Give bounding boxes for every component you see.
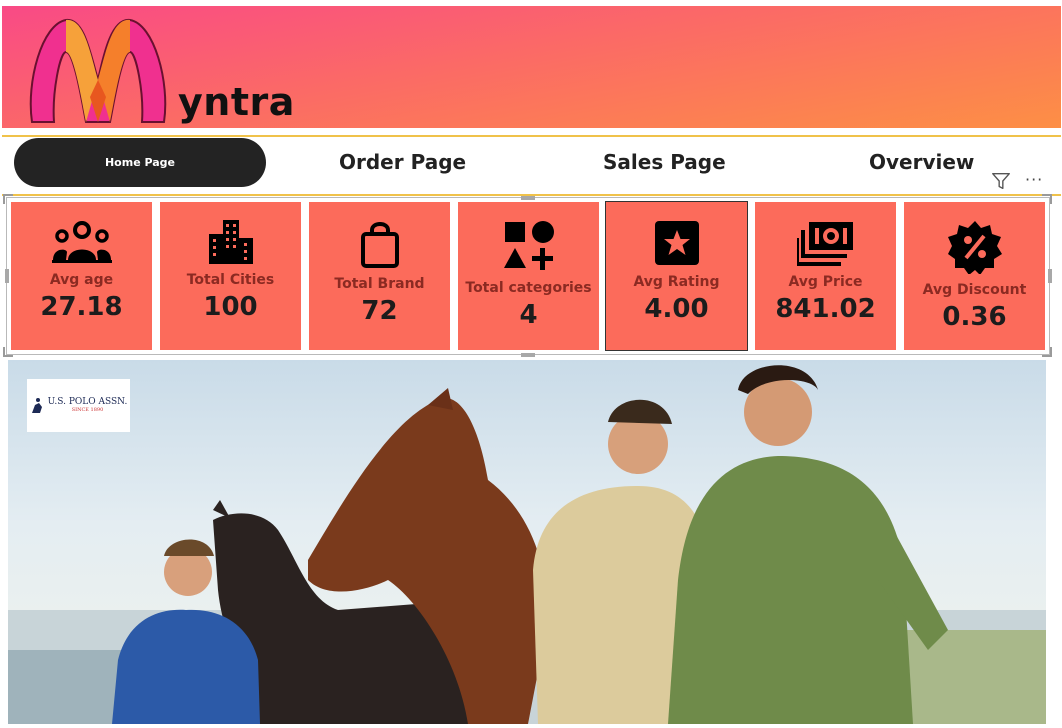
money-icon [796,222,853,266]
kpi-value: 72 [361,296,398,326]
polo-player-icon [31,397,42,413]
kpi-label: Total Cities [186,272,275,288]
hero-logo-text: U.S. POLO ASSN. SINCE 1890 [47,396,128,413]
nav-overview-button[interactable]: Overview [869,150,974,174]
shapes-icon [503,221,554,270]
kpi-card-total-cities[interactable]: Total Cities 100 [160,202,301,350]
kpi-label: Avg age [49,272,114,288]
hero-logo-title: U.S. POLO ASSN. [47,396,128,407]
myntra-logo [29,18,167,123]
nav-order-button[interactable]: Order Page [339,150,466,174]
nav-sales-button[interactable]: Sales Page [603,150,726,174]
kpi-value: 27.18 [40,292,123,322]
kpi-card-avg-age[interactable]: Avg age 27.18 [11,202,152,350]
shopping-bag-icon [360,222,399,268]
kpi-value: 100 [203,292,258,322]
kpi-value: 4.00 [644,294,709,324]
kpi-value: 4 [519,300,538,330]
discount-badge-icon [947,221,1002,274]
buildings-icon [208,220,253,264]
kpi-label: Avg Rating [633,274,720,290]
kpi-label: Total categories [465,280,592,296]
nav-divider-top [2,135,1061,137]
dashboard-page: yntra Home Page Order Page Sales Page Ov… [0,0,1062,728]
hero-logo-subtitle: SINCE 1890 [71,406,104,413]
kpi-label: Avg Discount [922,282,1027,298]
resize-handle-left[interactable] [5,269,9,283]
hero-banner-image: U.S. POLO ASSN. SINCE 1890 [8,360,1046,724]
kpi-value: 0.36 [942,302,1007,332]
hero-illustration [8,365,1046,724]
kpi-card-total-brand[interactable]: Total Brand 72 [309,202,450,350]
kpi-card-total-categories[interactable]: Total categories 4 [458,202,599,350]
kpi-label: Total Brand [334,276,425,292]
kpi-card-avg-discount[interactable]: Avg Discount 0.36 [904,202,1045,350]
more-options-icon[interactable]: ··· [1025,170,1043,189]
kpi-card-avg-rating[interactable]: Avg Rating 4.00 [605,201,748,351]
brand-name: yntra [178,80,295,124]
header-banner: yntra [2,6,1061,128]
star-icon [654,221,699,265]
resize-handle-bottom[interactable] [521,353,535,357]
resize-handle-top[interactable] [521,196,535,200]
kpi-value: 841.02 [775,294,876,324]
users-icon [51,221,112,263]
resize-handle-right[interactable] [1048,269,1052,283]
kpi-label: Avg Price [788,274,863,290]
kpi-card-avg-price[interactable]: Avg Price 841.02 [755,202,896,350]
filter-icon[interactable] [990,170,1012,192]
us-polo-assn-logo: U.S. POLO ASSN. SINCE 1890 [27,379,130,432]
nav-home-button[interactable]: Home Page [14,138,266,187]
